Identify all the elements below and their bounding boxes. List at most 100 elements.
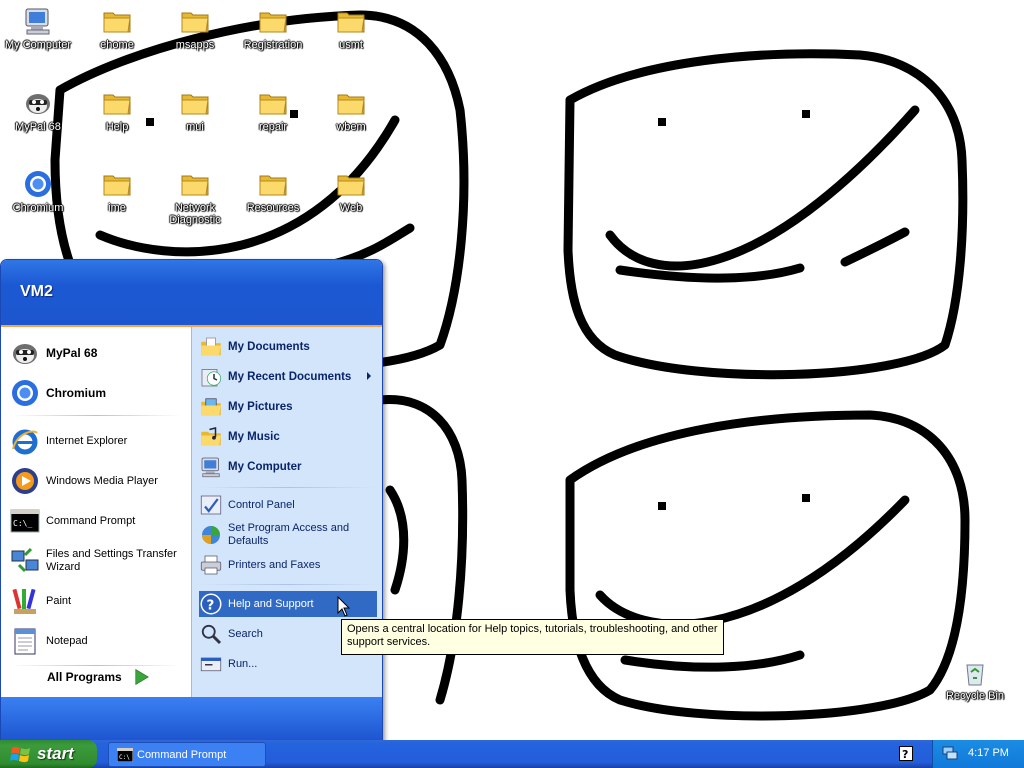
start-menu: VM2 MyPal 68 Chromium Internet Explorer Win… xyxy=(0,259,383,742)
paint-icon xyxy=(9,585,41,617)
desktop-icon-label: msapps xyxy=(175,39,215,51)
transfer-wizard-icon xyxy=(9,545,41,577)
desktop-icon-repair[interactable]: repair xyxy=(235,87,311,133)
desktop-icon-ime[interactable]: ime xyxy=(79,168,155,214)
desktop-icon-mui[interactable]: mui xyxy=(157,87,233,133)
desktop-icon-my-computer[interactable]: My Computer xyxy=(0,5,76,51)
start-recent-windows-media-player[interactable]: Windows Media Player xyxy=(9,465,185,497)
start-pinned-mypal-68[interactable]: MyPal 68 xyxy=(9,337,185,369)
start-place-my-pictures[interactable]: My Pictures xyxy=(199,395,377,419)
desktop-icon-usmt[interactable]: usmt xyxy=(313,5,389,51)
desktop-icon-label: ime xyxy=(108,202,126,214)
start-item-label: My Computer xyxy=(228,460,302,473)
start-place-my-recent-documents[interactable]: My Recent Documents xyxy=(199,365,377,389)
start-item-label: Internet Explorer xyxy=(46,434,128,447)
svg-text:?: ? xyxy=(207,597,215,613)
mouse-cursor-icon xyxy=(337,596,351,617)
desktop-icon-web[interactable]: Web xyxy=(313,168,389,214)
chromium-icon xyxy=(9,377,41,409)
printer-icon xyxy=(199,553,223,577)
arrow-right-icon xyxy=(132,667,152,687)
start-item-label: Run... xyxy=(228,657,258,670)
start-menu-programs-pane: MyPal 68 Chromium Internet Explorer Windows… xyxy=(1,327,191,697)
desktop-icon-label: Registration xyxy=(243,39,303,51)
my-documents-icon xyxy=(199,335,223,359)
start-item-label: Chromium xyxy=(46,385,106,400)
start-recent-notepad[interactable]: Notepad xyxy=(9,625,185,657)
start-item-label: Command Prompt xyxy=(46,514,136,527)
start-label: start xyxy=(37,744,74,763)
desktop-icon-mypal-68[interactable]: MyPal 68 xyxy=(0,87,76,133)
svg-text:C:\_: C:\_ xyxy=(13,519,32,528)
my-computer-icon xyxy=(22,5,54,37)
taskbar-button-command-prompt[interactable]: C:\ Command Prompt xyxy=(108,742,266,767)
desktop-icon-label: Chromium xyxy=(12,202,64,214)
start-item-label: My Music xyxy=(228,430,280,443)
recycle-bin-icon xyxy=(959,656,991,688)
chromium-icon xyxy=(22,168,54,200)
desktop-icon-label: Help xyxy=(105,121,129,133)
desktop-icon-label: usmt xyxy=(339,39,363,51)
my-computer-icon xyxy=(199,455,223,479)
start-item-label: My Pictures xyxy=(228,400,293,413)
desktop-icon-label: wbem xyxy=(336,121,366,133)
start-place-my-computer[interactable]: My Computer xyxy=(199,455,377,479)
help-tray-icon[interactable]: ? xyxy=(899,746,913,761)
start-item-label: Search xyxy=(228,627,263,640)
separator xyxy=(200,584,375,585)
start-item-label: Paint xyxy=(46,594,72,607)
desktop-icon-chromium[interactable]: Chromium xyxy=(0,168,76,214)
folder-icon xyxy=(179,5,211,37)
recent-documents-icon xyxy=(199,365,223,389)
start-setting-control-panel[interactable]: Control Panel xyxy=(199,493,377,517)
folder-icon xyxy=(257,168,289,200)
all-programs-button[interactable]: All Programs xyxy=(47,667,152,687)
folder-icon xyxy=(179,168,211,200)
submenu-arrow-icon xyxy=(367,372,371,380)
program-access-icon xyxy=(199,523,223,547)
folder-icon xyxy=(101,87,133,119)
folder-icon xyxy=(101,5,133,37)
help-tooltip: Opens a central location for Help topics… xyxy=(341,619,724,655)
folder-icon xyxy=(179,87,211,119)
taskbar: start C:\ Command Prompt ? 4:17 PM xyxy=(0,740,1024,768)
start-recent-command-prompt[interactable]: C:\_ Command Prompt xyxy=(9,505,185,537)
desktop-icon-recycle-bin[interactable]: Recycle Bin xyxy=(937,656,1013,702)
desktop-icon-msapps[interactable]: msapps xyxy=(157,5,233,51)
clock: 4:17 PM xyxy=(968,747,1009,759)
desktop-icon-label: Resources xyxy=(246,202,300,214)
start-menu-footer xyxy=(1,697,382,741)
start-place-my-music[interactable]: My Music xyxy=(199,425,377,449)
control-panel-icon xyxy=(199,493,223,517)
folder-icon xyxy=(335,168,367,200)
desktop-icon-ehome[interactable]: ehome xyxy=(79,5,155,51)
start-button[interactable]: start xyxy=(0,740,97,768)
start-item-label: MyPal 68 xyxy=(46,345,98,360)
start-item-label: Control Panel xyxy=(228,498,295,511)
start-place-my-documents[interactable]: My Documents xyxy=(199,335,377,359)
start-item-label: Windows Media Player xyxy=(46,474,158,487)
notepad-icon xyxy=(9,625,41,657)
start-recent-internet-explorer[interactable]: Internet Explorer xyxy=(9,425,185,457)
desktop-icon-label: Web xyxy=(339,202,363,214)
start-recent-paint[interactable]: Paint xyxy=(9,585,185,617)
my-pictures-icon xyxy=(199,395,223,419)
help-icon: ? xyxy=(199,592,223,616)
desktop-icon-network-diagnostic[interactable]: Network Diagnostic xyxy=(157,168,233,226)
start-setting-set-program-access-and-defaults[interactable]: Set Program Access and Defaults xyxy=(199,522,377,548)
mypal-icon xyxy=(9,337,41,369)
network-tray-icon[interactable] xyxy=(942,745,958,761)
folder-icon xyxy=(257,5,289,37)
separator xyxy=(11,665,181,666)
desktop-icon-resources[interactable]: Resources xyxy=(235,168,311,214)
desktop-icon-label: Network Diagnostic xyxy=(169,202,221,226)
desktop-icon-help[interactable]: Help xyxy=(79,87,155,133)
run-icon xyxy=(199,652,223,676)
desktop-icon-registration[interactable]: Registration xyxy=(235,5,311,51)
start-recent-files-and-settings-transfer-wizard[interactable]: Files and Settings Transfer Wizard xyxy=(9,545,185,577)
folder-icon xyxy=(257,87,289,119)
desktop-icon-wbem[interactable]: wbem xyxy=(313,87,389,133)
start-pinned-chromium[interactable]: Chromium xyxy=(9,377,185,409)
start-item-label: Files and Settings Transfer Wizard xyxy=(46,548,177,573)
start-setting-printers-and-faxes[interactable]: Printers and Faxes xyxy=(199,553,377,577)
